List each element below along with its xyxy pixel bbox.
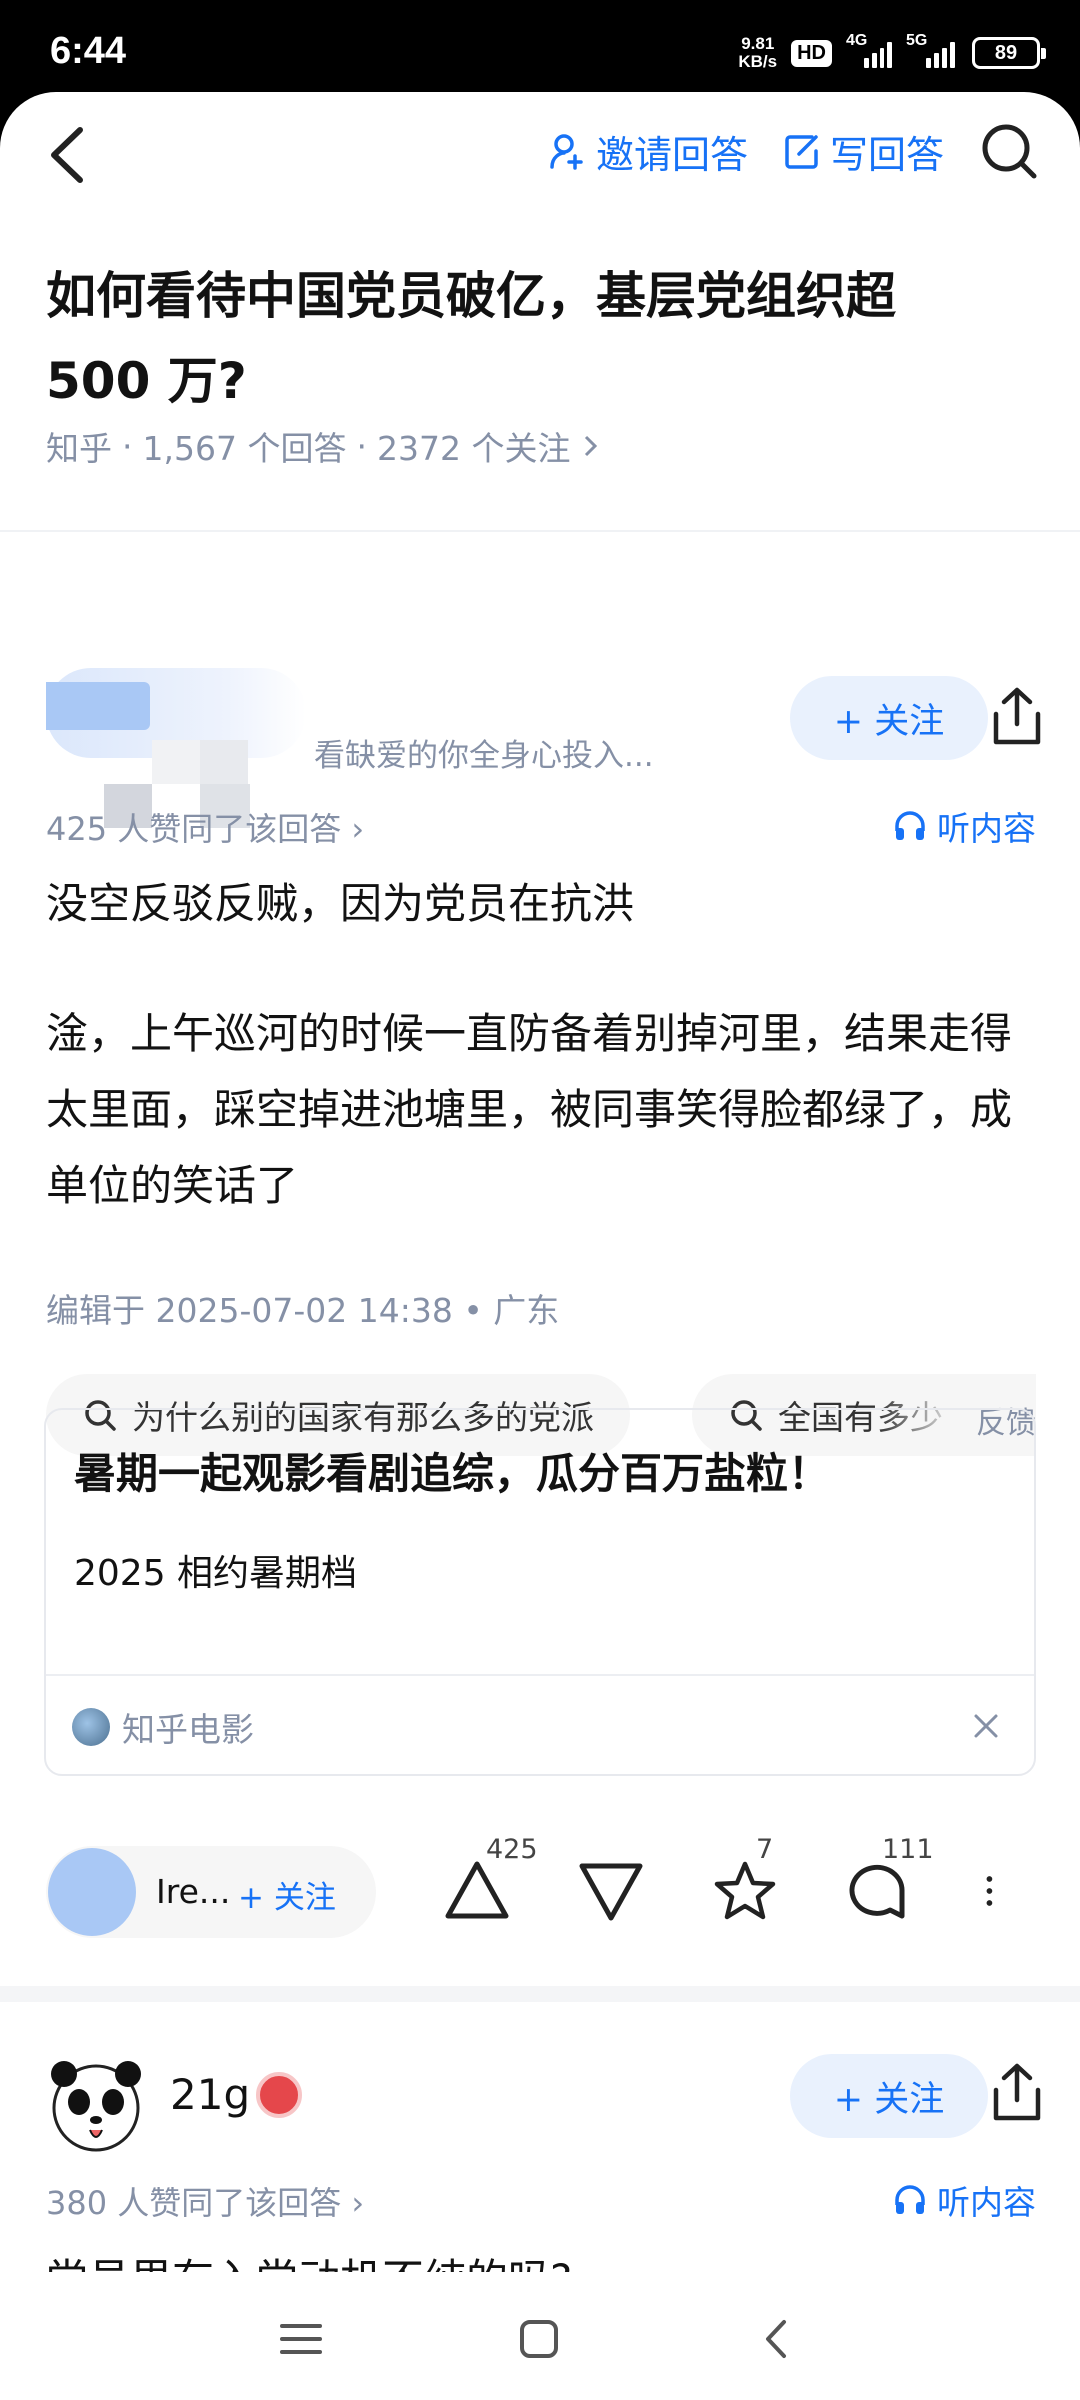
edit-info: 编辑于 2025-07-02 14:38 • 广东 <box>46 1291 560 1330</box>
follow-button[interactable]: + 关注 <box>790 676 988 760</box>
answer-paragraph[interactable]: 没空反驳反贼，因为党员在抗洪 <box>46 872 634 936</box>
follow-link[interactable]: + 关注 <box>238 1872 336 1917</box>
top-nav: 邀请回答 写回答 <box>0 92 1080 222</box>
downvote-icon[interactable] <box>576 1856 646 1926</box>
chevron-right-icon <box>585 435 598 457</box>
signal-4g-label: 4G <box>846 32 868 49</box>
pixelated-mask <box>152 740 200 784</box>
write-answer-label: 写回答 <box>829 132 944 177</box>
hd-icon: HD <box>791 39 832 67</box>
share-icon[interactable] <box>988 686 1046 748</box>
listen-label: 听内容 <box>937 2183 1036 2222</box>
invite-answer-button[interactable]: 邀请回答 <box>548 124 748 179</box>
home-icon[interactable] <box>514 2314 564 2364</box>
promo-card-title: 暑期一起观影看剧追综，瓜分百万盐粒！ <box>74 1449 831 1498</box>
upvote-icon[interactable] <box>442 1856 512 1926</box>
meta-separator: · <box>356 426 367 466</box>
signal-4g-icon: 4G <box>846 32 892 68</box>
author-bio: 看缺爱的你全身心投入... <box>314 738 654 774</box>
star-icon[interactable] <box>710 1856 780 1926</box>
status-time: 6:44 <box>50 30 127 72</box>
pixelated-mask <box>200 740 248 784</box>
net-speed-unit: KB/s <box>738 52 778 71</box>
author-name[interactable]: 21g <box>170 2070 250 2119</box>
question-title[interactable]: 如何看待中国党员破亿，基层党组织超 500 万? <box>46 254 986 424</box>
signal-5g-label: 5G <box>906 32 928 49</box>
write-answer-button[interactable]: 写回答 <box>782 124 944 179</box>
listen-button[interactable]: 听内容 <box>893 2176 1036 2224</box>
thumbs-up-badge-icon <box>256 2072 302 2118</box>
question-source: 知乎 <box>46 429 112 468</box>
question-meta[interactable]: 知乎 · 1,567 个回答 · 2372 个关注 <box>46 422 602 470</box>
signal-5g-icon: 5G <box>906 32 958 68</box>
comment-count: 111 <box>882 1834 934 1865</box>
close-icon[interactable] <box>966 1706 1006 1746</box>
headphones-icon <box>895 811 925 840</box>
more-icon[interactable] <box>978 1856 1018 1926</box>
comment-icon[interactable] <box>842 1856 912 1926</box>
status-bar: 6:44 9.81 KB/s HD 4G 5G 89 <box>0 0 1080 100</box>
vote-info[interactable]: 380 人赞同了该回答 › <box>46 2178 364 2224</box>
zhihu-movie-logo <box>72 1708 110 1746</box>
menu-icon[interactable] <box>276 2314 326 2364</box>
answer-action-bar: Ire... + 关注 425 7 111 <box>46 1834 1046 1942</box>
invite-answer-label: 邀请回答 <box>595 132 748 177</box>
share-icon[interactable] <box>988 2062 1046 2124</box>
listen-label: 听内容 <box>937 809 1036 848</box>
system-nav-bar <box>0 2272 1080 2400</box>
listen-button[interactable]: 听内容 <box>893 802 1036 850</box>
section-divider <box>0 1986 1080 2002</box>
upvote-count: 425 <box>486 1834 538 1865</box>
battery-icon: 89 <box>972 37 1046 69</box>
net-speed-value: 9.81 <box>741 34 775 53</box>
promo-card[interactable]: 暑期一起观影看剧追综，瓜分百万盐粒！ 2025 相约暑期档 知乎电影 <box>44 1408 1036 1776</box>
promo-card-source: 知乎电影 <box>122 1710 254 1749</box>
status-icons: 9.81 KB/s HD 4G 5G 89 <box>738 30 1046 76</box>
meta-separator: · <box>122 426 133 466</box>
search-icon[interactable] <box>978 120 1040 182</box>
follow-count: 2372 个关注 <box>376 429 571 468</box>
edit-icon <box>785 135 818 169</box>
panda-avatar[interactable] <box>46 2054 146 2154</box>
follow-button[interactable]: + 关注 <box>790 2054 988 2138</box>
answer-count: 1,567 个回答 <box>142 429 347 468</box>
favorite-count: 7 <box>756 1834 774 1865</box>
promo-card-footer: 知乎电影 <box>46 1674 1034 1774</box>
vote-info[interactable]: 425 人赞同了该回答 › <box>46 804 364 850</box>
answer-paragraph[interactable]: 淦，上午巡河的时候一直防备着别掉河里，结果走得太里面，踩空掉进池塘里，被同事笑得… <box>46 996 1036 1224</box>
promo-card-subtitle: 2025 相约暑期档 <box>74 1553 358 1594</box>
headphones-icon <box>895 2185 925 2214</box>
author-name: Ire... <box>156 1872 231 1911</box>
app-screen: 邀请回答 写回答 如何看待中国党员破亿，基层党组织超 500 万? 知乎 · 1… <box>0 92 1080 2400</box>
author-pill[interactable]: Ire... + 关注 <box>46 1846 376 1938</box>
invite-user-icon <box>550 134 583 170</box>
nav-actions: 邀请回答 写回答 <box>548 116 1040 186</box>
net-speed: 9.81 KB/s <box>738 35 777 71</box>
back-icon[interactable] <box>752 2314 802 2364</box>
divider <box>0 530 1080 532</box>
avatar <box>48 1848 136 1936</box>
back-icon[interactable] <box>36 120 96 190</box>
